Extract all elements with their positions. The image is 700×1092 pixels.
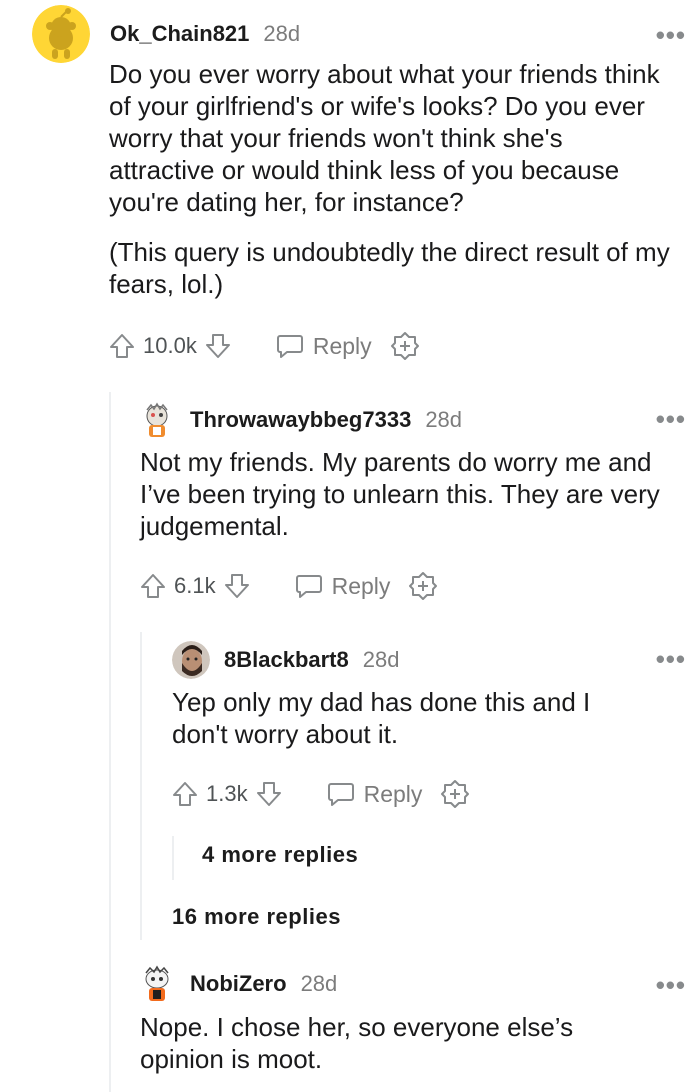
vote-count: 6.1k: [174, 573, 216, 598]
comment-throwawaybbeg7333: Throwawaybbeg7333 28d ••• Not my friends…: [0, 390, 700, 620]
more-options-icon[interactable]: •••: [656, 972, 686, 998]
comment-paragraph: Not my friends. My parents do worry me a…: [140, 447, 660, 541]
reply-button[interactable]: Reply: [275, 331, 372, 361]
thread-line-level3: [172, 836, 174, 880]
vote-count: 10.0k: [143, 333, 197, 358]
comment-paragraph: (This query is undoubtedly the direct re…: [109, 237, 670, 299]
user-avatar-snoo[interactable]: [32, 5, 90, 63]
upvote-arrow-icon[interactable]: [170, 779, 200, 809]
award-plus-icon[interactable]: [440, 779, 470, 809]
comment-paragraph: Do you ever worry about what your friend…: [109, 59, 660, 217]
comment-timestamp: 28d: [425, 407, 463, 432]
comment-paragraph: Nope. I chose her, so everyone else’s op…: [140, 1012, 574, 1074]
downvote-arrow-icon[interactable]: [254, 779, 284, 809]
comment-timestamp: 28d: [300, 971, 338, 996]
more-replies-link-nested[interactable]: 4 more replies: [202, 842, 358, 868]
comment-username[interactable]: 8Blackbart8: [224, 647, 349, 673]
downvote-arrow-icon[interactable]: [203, 331, 233, 361]
comment-timestamp: 28d: [263, 21, 301, 46]
more-replies-link[interactable]: 16 more replies: [172, 904, 341, 930]
award-plus-icon[interactable]: [390, 331, 420, 361]
user-avatar-photo[interactable]: [172, 641, 210, 679]
more-options-icon[interactable]: •••: [656, 406, 686, 432]
more-options-icon[interactable]: •••: [656, 646, 686, 672]
comment-actions: 1.3k Reply: [170, 776, 470, 812]
user-avatar-snoo[interactable]: [138, 401, 176, 439]
comment-body: Do you ever worry about what your friend…: [109, 58, 674, 300]
comment-actions: 10.0k Reply: [107, 328, 420, 364]
reply-button[interactable]: Reply: [294, 571, 391, 601]
speech-bubble-icon: [276, 335, 303, 358]
reply-button[interactable]: Reply: [326, 779, 423, 809]
comment-paragraph: Yep only my dad has done this and I don'…: [172, 687, 591, 749]
comment-username[interactable]: Throwawaybbeg7333: [190, 407, 411, 433]
reply-label: Reply: [312, 332, 372, 359]
user-avatar-snoo[interactable]: [138, 965, 176, 1003]
comment-actions: 6.1k Reply: [138, 568, 438, 604]
reply-label: Reply: [331, 572, 391, 599]
comment-ok-chain821: Ok_Chain821 28d ••• Do you ever worry ab…: [0, 0, 700, 380]
speech-bubble-icon: [327, 783, 354, 806]
comment-body: Not my friends. My parents do worry me a…: [140, 446, 660, 542]
speech-bubble-icon: [295, 575, 322, 598]
comment-body: Yep only my dad has done this and I don'…: [172, 686, 652, 750]
downvote-arrow-icon[interactable]: [222, 571, 252, 601]
comment-timestamp: 28d: [362, 647, 400, 672]
upvote-arrow-icon[interactable]: [138, 571, 168, 601]
comment-username[interactable]: Ok_Chain821: [110, 21, 249, 47]
more-options-icon[interactable]: •••: [656, 22, 686, 48]
comment-8blackbart8: 8Blackbart8 28d ••• Yep only my dad has …: [0, 630, 700, 830]
comment-nobizero: NobiZero 28d ••• Nope. I chose her, so e…: [0, 956, 700, 1092]
vote-count: 1.3k: [206, 781, 248, 806]
upvote-arrow-icon[interactable]: [107, 331, 137, 361]
award-plus-icon[interactable]: [408, 571, 438, 601]
comment-username[interactable]: NobiZero: [190, 971, 287, 997]
reply-label: Reply: [363, 780, 423, 807]
comment-body: Nope. I chose her, so everyone else’s op…: [140, 1011, 620, 1075]
